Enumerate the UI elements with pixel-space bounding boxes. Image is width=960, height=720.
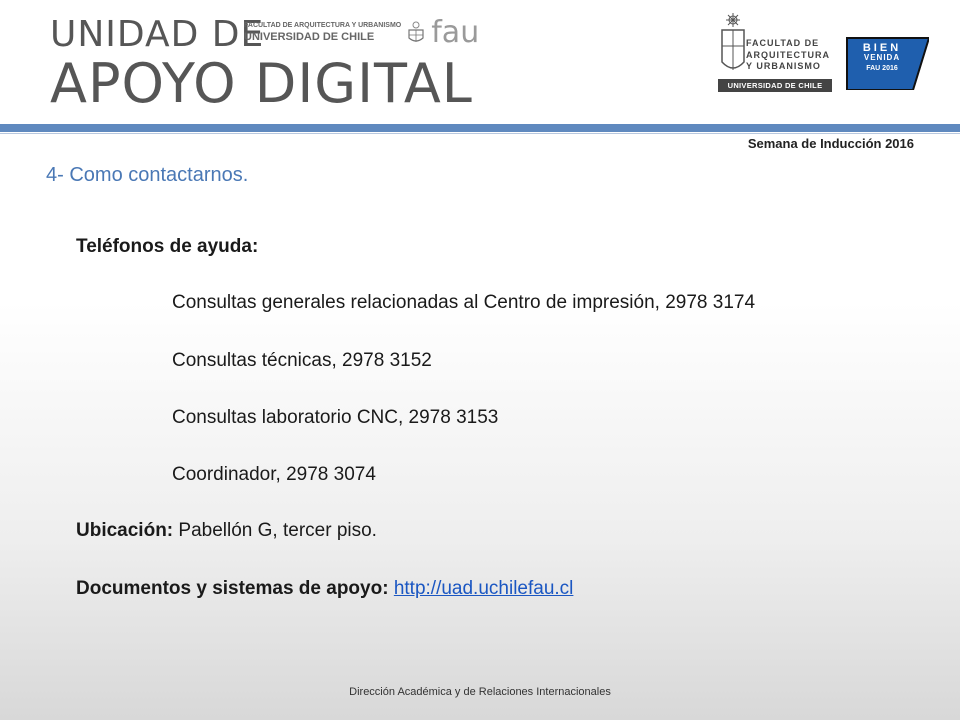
- docs-label: Documentos y sistemas de apoyo:: [76, 578, 389, 599]
- phones-heading: Teléfonos de ayuda:: [76, 236, 259, 257]
- badge-line3: FAU 2016: [866, 64, 898, 72]
- fau-logo-block: FACULTAD DE ARQUITECTURA Y URBANISMO UNI…: [244, 18, 479, 48]
- crest-icon: [408, 21, 424, 42]
- phone-item-general: Consultas generales relacionadas al Cent…: [172, 292, 756, 313]
- location-value: Pabellón G, tercer piso.: [173, 520, 377, 541]
- footer-text: Dirección Académica y de Relaciones Inte…: [349, 686, 611, 698]
- location-line: Ubicación: Pabellón G, tercer piso.: [76, 520, 377, 542]
- fau-logo-text: FACULTAD DE ARQUITECTURA Y URBANISMO UNI…: [244, 22, 401, 44]
- uchile-bar: UNIVERSIDAD DE CHILE: [718, 79, 832, 92]
- fau-logo-small-line: FACULTAD DE ARQUITECTURA Y URBANISMO: [244, 22, 402, 30]
- header-title-line2: APOYO DIGITAL: [50, 52, 473, 115]
- slide-subtitle: Semana de Inducción 2016: [747, 136, 914, 151]
- fau-logo-university: UNIVERSIDAD DE CHILE: [244, 30, 375, 43]
- uchile-text-line1: FACULTAD DE: [746, 38, 820, 48]
- phone-item-technical: Consultas técnicas, 2978 3152: [172, 350, 432, 371]
- phone-item-cnc: Consultas laboratorio CNC, 2978 3153: [172, 407, 499, 428]
- uchile-faculty-text: FACULTAD DE ARQUITECTURA Y URBANISMO: [746, 38, 830, 73]
- bienvenida-badge-text: BIEN VENIDA FAU 2016: [852, 42, 912, 73]
- header-title-line1: UNIDAD DE: [50, 14, 265, 55]
- uchile-text-line3: Y URBANISMO: [746, 61, 821, 72]
- phone-item-coordinator: Coordinador, 2978 3074: [172, 464, 376, 485]
- docs-link[interactable]: http://uad.uchilefau.cl: [394, 578, 574, 599]
- section-title: 4- Como contactarnos.: [46, 164, 249, 186]
- header-divider-thin: [0, 133, 960, 134]
- fau-wordmark: fau: [431, 15, 480, 50]
- location-label: Ubicación:: [76, 520, 174, 541]
- header-divider: [0, 124, 960, 132]
- badge-line2: VENIDA: [863, 53, 901, 63]
- docs-line: Documentos y sistemas de apoyo: http://u…: [76, 578, 573, 600]
- uchile-text-line2: ARQUITECTURA: [746, 49, 830, 60]
